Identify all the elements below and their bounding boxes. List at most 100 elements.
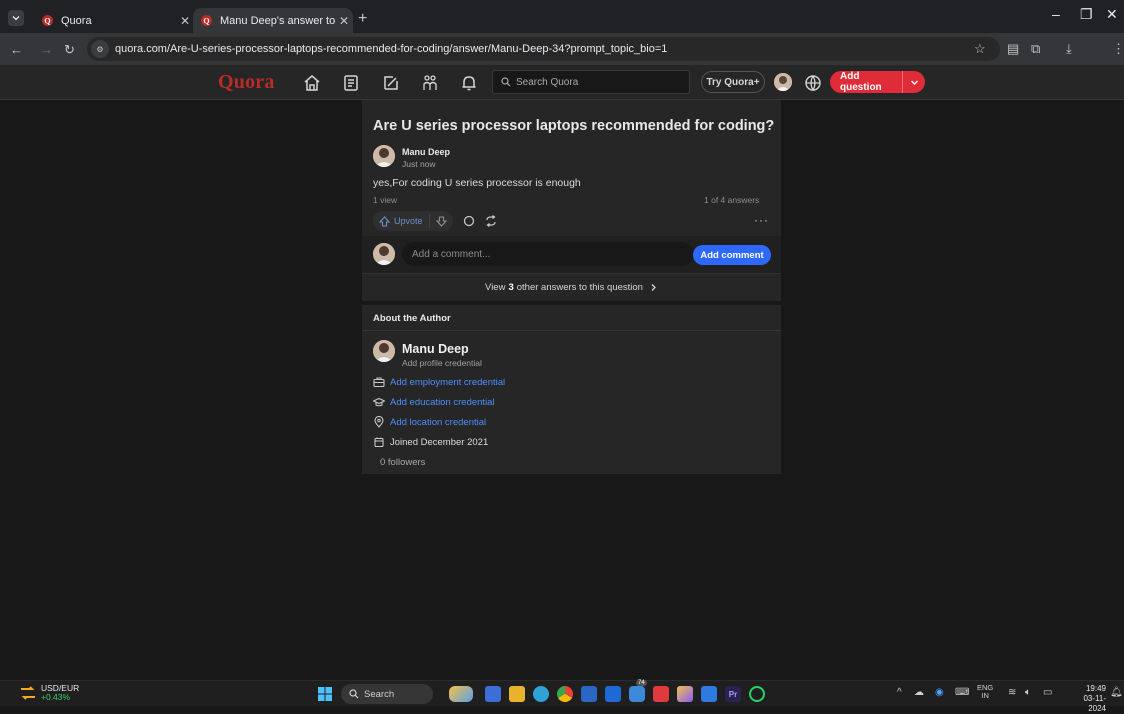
search-icon (349, 689, 359, 699)
show-hidden-icons-chevron-up-icon[interactable]: ^ (897, 687, 902, 698)
view-other-count: 3 (508, 281, 514, 293)
location-pin-icon (374, 416, 384, 428)
windows-start-icon[interactable] (317, 686, 333, 702)
add-location-credential[interactable]: Add location credential (373, 415, 486, 429)
author-avatar[interactable] (373, 340, 395, 362)
comment-input[interactable]: Add a comment... (402, 242, 694, 266)
back-icon[interactable]: ← (10, 42, 23, 57)
extensions-icon[interactable]: ⧉ (1031, 41, 1040, 57)
answer-text: yes,For coding U series processor is eno… (373, 177, 581, 189)
upvote-button[interactable]: Upvote (373, 211, 453, 231)
notification-bell-icon[interactable]: 🔔︎ (1110, 687, 1123, 698)
app-icon[interactable] (701, 686, 717, 702)
tab-search-button[interactable] (8, 10, 24, 26)
more-options-icon[interactable]: ··· (754, 213, 769, 227)
chevron-down-icon (12, 16, 20, 21)
view-other-answers-link[interactable]: View 3 other answers to this question (362, 273, 781, 300)
search-placeholder: Search Quora (516, 76, 579, 88)
add-comment-button[interactable]: Add comment (693, 245, 771, 265)
answer-icon[interactable] (381, 73, 401, 93)
app-icon[interactable] (677, 686, 693, 702)
menu-icon[interactable]: ⋮ (1112, 41, 1124, 57)
minimize-icon[interactable]: – (1052, 6, 1060, 22)
upvote-arrow-icon (379, 215, 390, 227)
globe-icon[interactable] (803, 73, 823, 93)
edge-browser-icon[interactable] (533, 686, 549, 702)
file-explorer-icon[interactable] (509, 686, 525, 702)
store-icon[interactable] (581, 686, 597, 702)
joined-date: Joined December 2021 (373, 435, 488, 449)
try-quora-plus-button[interactable]: Try Quora+ (701, 71, 765, 93)
chevron-right-icon (651, 283, 656, 291)
language-indicator[interactable]: ENG IN (977, 684, 993, 700)
whatsapp-icon[interactable] (749, 686, 765, 702)
followers-count[interactable]: 0 followers (380, 457, 425, 468)
battery-icon[interactable]: ▭ (1043, 687, 1052, 698)
app-tray-icon[interactable]: ◉ (935, 687, 944, 698)
close-tab-icon[interactable]: ✕ (176, 14, 194, 28)
windows-taskbar: USD/EUR +0.43% Search 74 Pr ^ ☁ ◉ ⌨ ENG … (0, 680, 1124, 713)
url-text: quora.com/Are-U-series-processor-laptops… (115, 43, 668, 55)
author-name[interactable]: Manu Deep (402, 147, 450, 157)
commenter-avatar (373, 243, 395, 265)
close-tab-icon[interactable]: ✕ (335, 14, 353, 28)
add-question-button[interactable]: Add question (830, 71, 925, 93)
reload-icon[interactable]: ↻ (64, 42, 75, 58)
joined-label: Joined December 2021 (390, 436, 489, 448)
svg-text:Q: Q (203, 16, 209, 25)
about-author-card: About the Author Manu Deep Add profile c… (362, 305, 781, 474)
tab-quora[interactable]: Q Quora ✕ (34, 8, 194, 33)
clock-time: 19:49 (1085, 684, 1106, 693)
answer-actions: Upvote (373, 211, 497, 231)
volume-icon[interactable]: 🔈︎ (1025, 687, 1031, 698)
author-avatar[interactable] (373, 145, 395, 167)
add-education-credential[interactable]: Add education credential (373, 395, 495, 409)
restore-icon[interactable]: ❐ (1080, 6, 1093, 23)
task-view-icon[interactable] (485, 686, 501, 702)
quora-logo[interactable]: Quora (218, 71, 275, 94)
notifications-bell-icon[interactable] (459, 73, 479, 93)
teams-icon[interactable] (605, 686, 621, 702)
comment-icon[interactable] (463, 215, 475, 227)
keyboard-icon[interactable]: ⌨ (955, 687, 969, 698)
system-clock[interactable]: 19:49 03-11-2024 (1066, 684, 1106, 714)
search-input[interactable]: Search Quora (492, 70, 690, 94)
currency-widget[interactable]: USD/EUR +0.43% (20, 684, 79, 702)
download-icon[interactable]: ⤓ (1066, 41, 1072, 57)
downvote-arrow-icon[interactable] (435, 215, 447, 227)
premiere-pro-icon[interactable]: Pr (725, 686, 741, 702)
mail-icon[interactable]: 74 (629, 680, 647, 702)
spaces-icon[interactable] (420, 73, 440, 93)
chevron-down-icon[interactable] (903, 78, 925, 87)
brave-browser-icon[interactable] (653, 686, 669, 702)
widgets-icon[interactable] (449, 686, 473, 702)
tab-title: Quora (61, 14, 92, 27)
tab-answer[interactable]: Q Manu Deep's answer to Are U s... ✕ (193, 8, 353, 33)
add-employment-credential[interactable]: Add employment credential (373, 375, 505, 389)
user-avatar[interactable] (774, 73, 792, 91)
following-icon[interactable] (341, 73, 361, 93)
wifi-icon[interactable]: ≋ (1008, 687, 1016, 698)
chrome-browser-icon[interactable] (557, 686, 573, 702)
employment-label: Add employment credential (390, 376, 506, 388)
bookmark-star-icon[interactable]: ☆ (974, 41, 986, 57)
url-omnibox[interactable]: ⚙ quora.com/Are-U-series-processor-lapto… (87, 37, 1000, 61)
new-tab-icon[interactable]: + (358, 10, 367, 28)
quora-favicon-icon: Q (42, 15, 53, 26)
question-title[interactable]: Are U series processor laptops recommend… (373, 118, 774, 134)
author-name[interactable]: Manu Deep (402, 342, 469, 356)
education-label: Add education credential (390, 396, 495, 408)
quora-favicon-icon: Q (201, 15, 212, 26)
add-profile-credential[interactable]: Add profile credential (402, 358, 482, 368)
briefcase-icon (373, 377, 385, 388)
language-bottom: IN (981, 691, 989, 700)
forward-icon[interactable]: → (40, 42, 53, 57)
media-icon[interactable]: ▤ (1007, 41, 1019, 57)
svg-text:Q: Q (44, 16, 50, 25)
onedrive-cloud-icon[interactable]: ☁ (914, 687, 924, 698)
home-icon[interactable] (302, 73, 322, 93)
close-window-icon[interactable]: ✕ (1106, 6, 1118, 23)
taskbar-search[interactable]: Search (341, 684, 433, 704)
share-icon[interactable] (485, 215, 497, 227)
site-info-icon[interactable]: ⚙ (91, 40, 109, 58)
